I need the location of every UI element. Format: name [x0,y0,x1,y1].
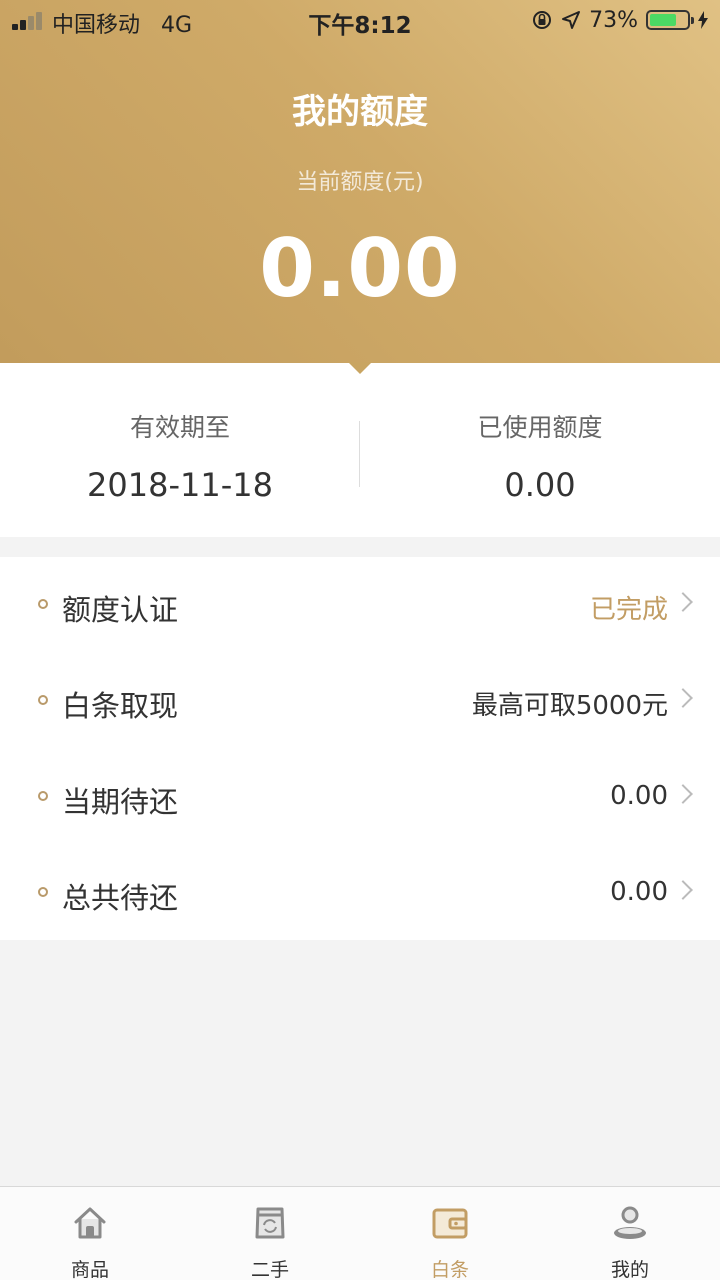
charging-bolt-icon [698,11,708,29]
valid-until-label: 有效期至 [129,413,230,442]
list-item-title: 总共待还 [62,881,179,915]
battery-percent: 73% [589,7,638,33]
list-item-cash-withdrawal[interactable]: 白条取现 最高可取5000元 [0,653,720,749]
list-item-title: 当期待还 [62,785,179,819]
chevron-right-icon [673,592,693,612]
current-limit-value: 0.00 [259,222,461,315]
info-row: 有效期至 2018-11-18 已使用额度 0.00 [0,363,720,537]
wallet-icon [432,1208,468,1239]
list-item-value: 0.00 [610,877,668,907]
profile-icon [614,1206,646,1239]
status-right: 73% [531,6,708,34]
chevron-right-icon [673,688,693,708]
home-icon [74,1207,106,1239]
battery-icon [646,10,694,30]
list-item-total-due[interactable]: 总共待还 0.00 [0,845,720,941]
header-pointer [348,362,372,374]
used-limit-label: 已使用额度 [477,413,603,442]
tab-credit[interactable]: 白条 [360,1187,540,1280]
list-item-title: 白条取现 [62,689,179,723]
tab-label: 商品 [70,1259,109,1280]
tab-label: 白条 [430,1259,469,1280]
bullet-icon [38,695,48,705]
list-item-current-due[interactable]: 当期待还 0.00 [0,749,720,845]
list-item-value: 0.00 [610,781,668,811]
list-item-status: 已完成 [589,595,668,625]
tab-label: 二手 [250,1259,289,1280]
tab-secondhand[interactable]: 二手 [180,1187,360,1280]
valid-until-value: 2018-11-18 [87,466,273,504]
bullet-icon [38,887,48,897]
used-limit-block: 已使用额度 0.00 [360,363,720,537]
bullet-icon [38,599,48,609]
used-limit-value: 0.00 [504,466,576,504]
battery-level [650,14,677,26]
tab-label: 我的 [610,1259,649,1280]
bullet-icon [38,791,48,801]
orientation-lock-icon [533,11,552,29]
current-limit-label: 当前额度(元) [296,170,424,195]
tab-bar: 商品 二手 白条 我的 [0,1186,720,1280]
valid-until-block: 有效期至 2018-11-18 [0,363,360,537]
secondhand-icon [255,1207,285,1239]
list-item-limit-verification[interactable]: 额度认证 已完成 [0,557,720,653]
list-item-value: 最高可取5000元 [471,691,668,721]
chevron-right-icon [673,880,693,900]
list-item-title: 额度认证 [62,593,179,627]
status-bar: 中国移动 4G 下午8:12 73% [0,0,720,40]
location-arrow-icon [562,11,581,29]
page-title: 我的额度 [292,92,428,132]
chevron-right-icon [673,784,693,804]
menu-list: 额度认证 已完成 白条取现 最高可取5000元 当期待还 0.00 总共待还 0… [0,557,720,940]
tab-mine[interactable]: 我的 [540,1187,720,1280]
tab-products[interactable]: 商品 [0,1187,180,1280]
